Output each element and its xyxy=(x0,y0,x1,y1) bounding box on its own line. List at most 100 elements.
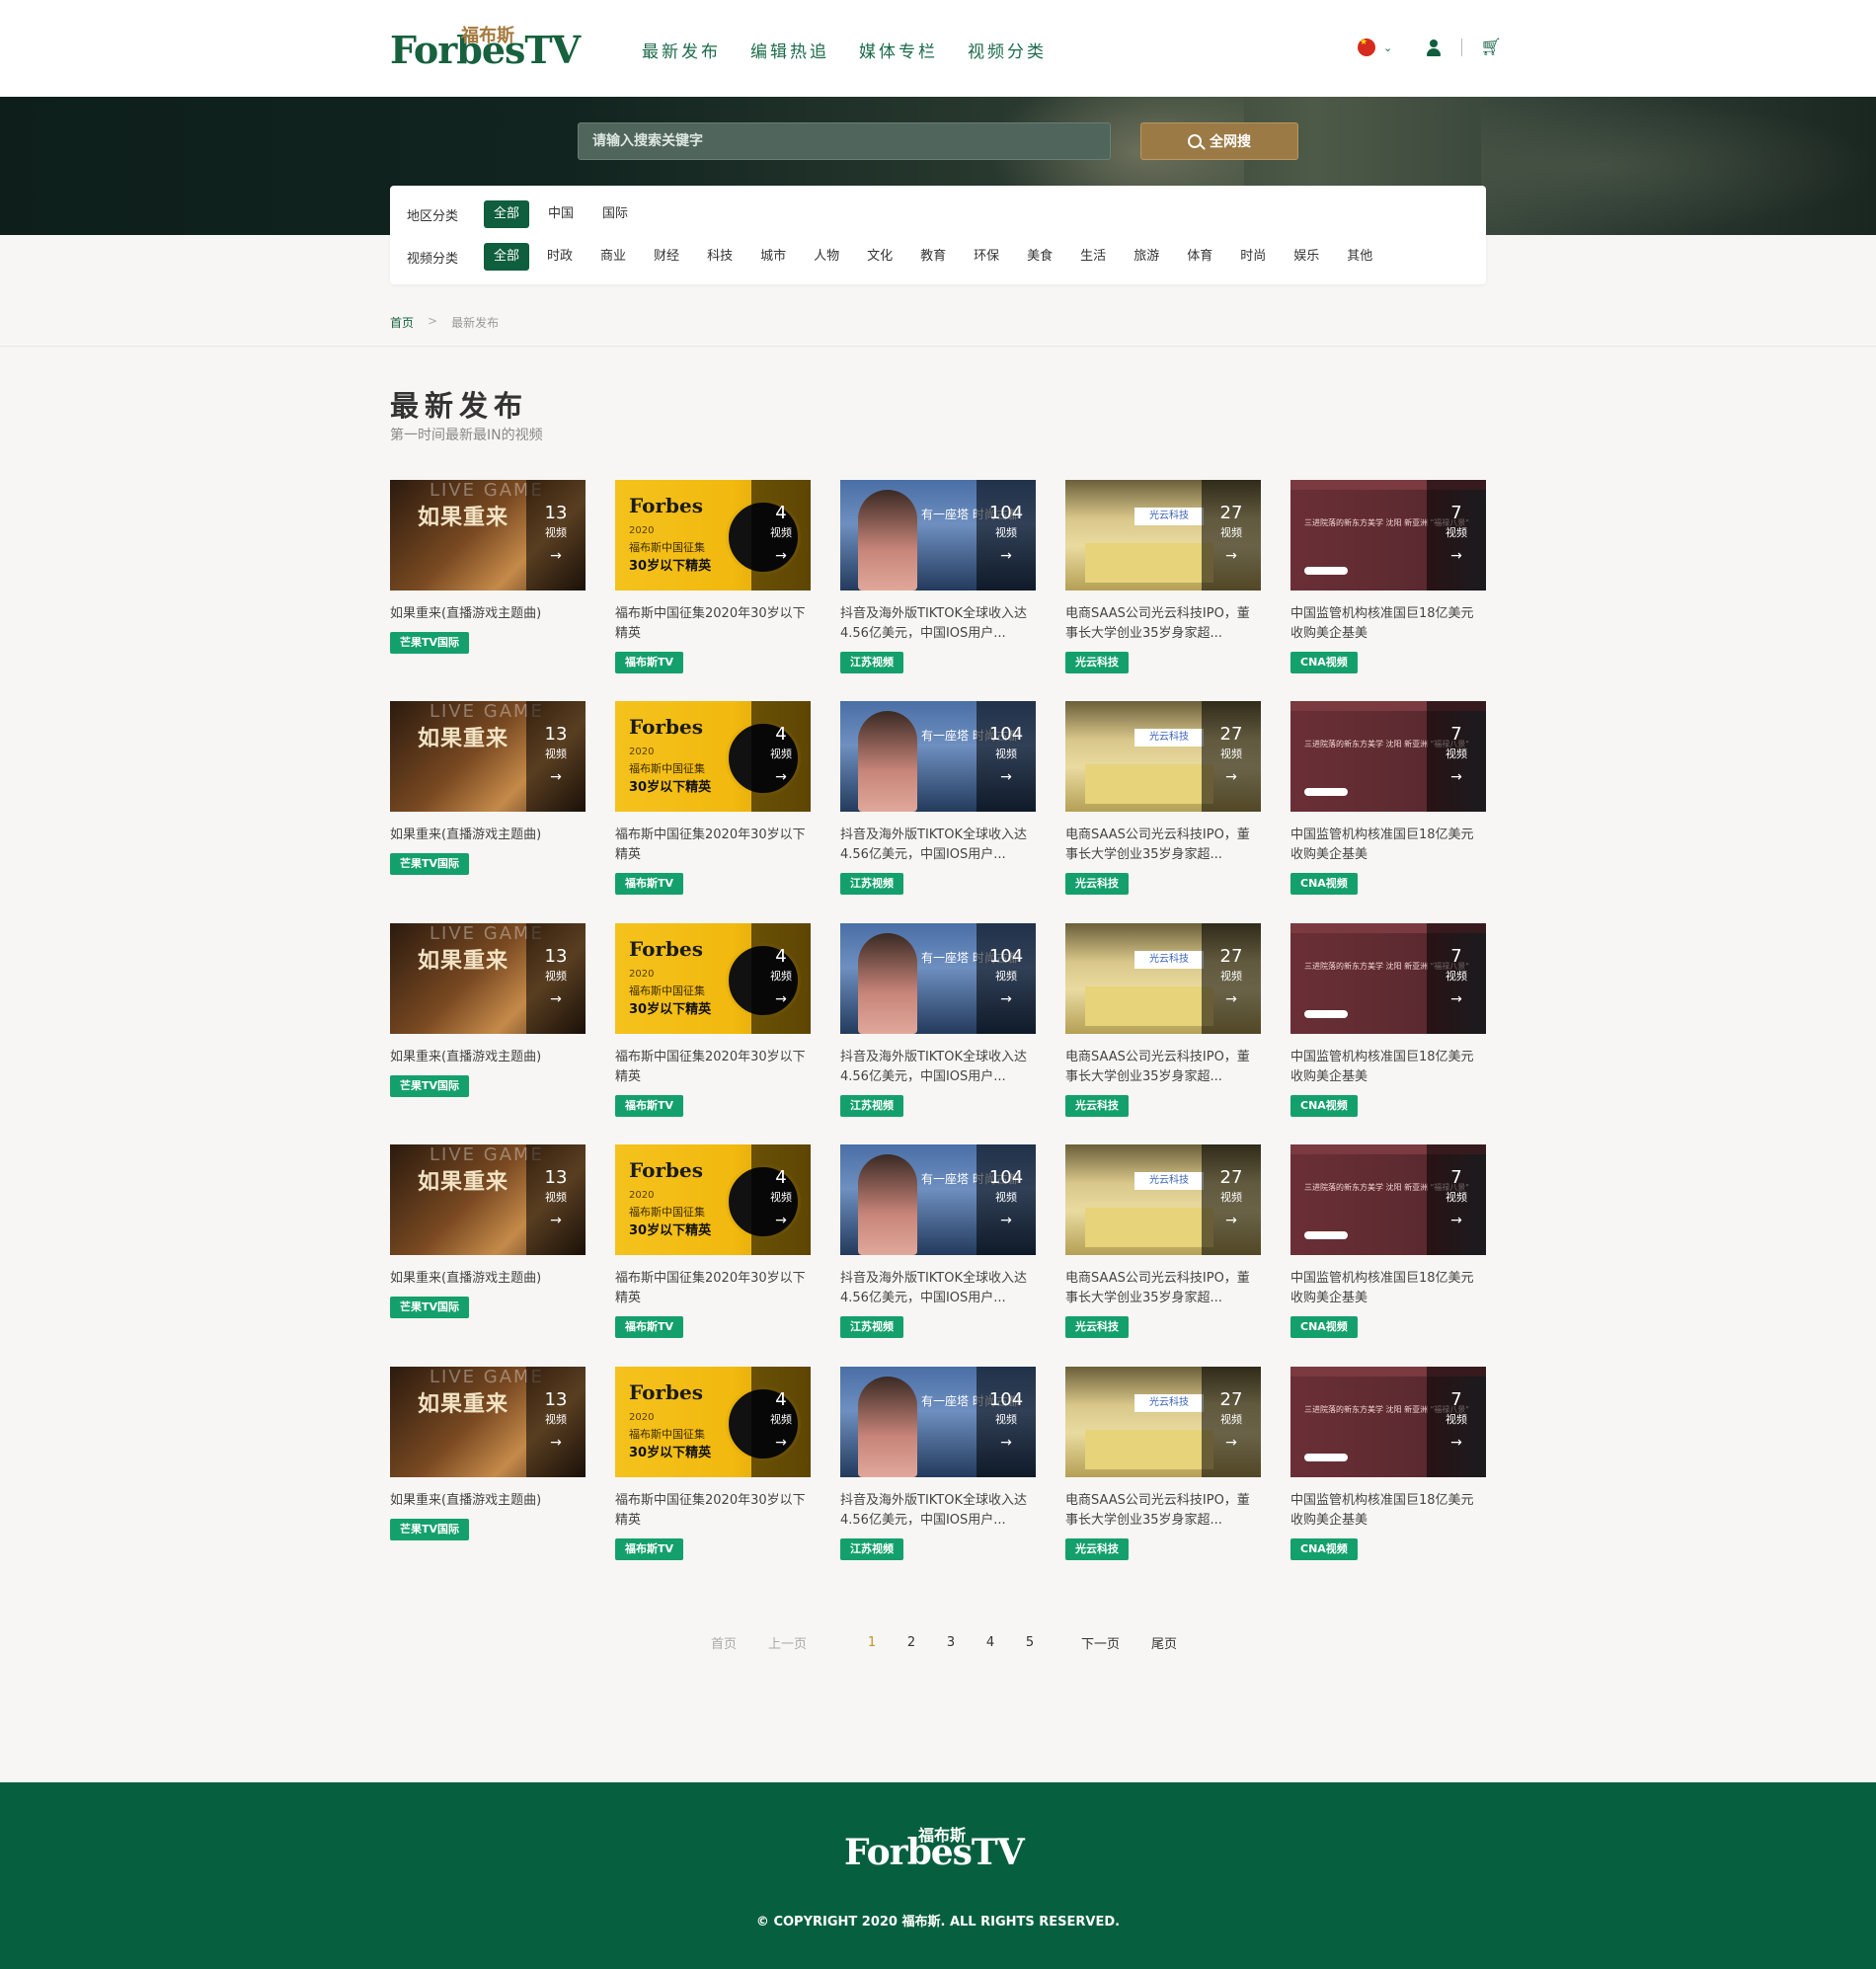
video-title[interactable]: 中国监管机构核准国巨18亿美元收购美企基美 xyxy=(1290,1269,1486,1308)
pagination-last[interactable]: 尾页 xyxy=(1151,1633,1177,1652)
video-thumbnail[interactable]: Forbes 2020 福布斯中国征集 30岁以下精英 4 视频 → xyxy=(615,701,811,812)
video-thumbnail[interactable]: Forbes 2020 福布斯中国征集 30岁以下精英 4 视频 → xyxy=(615,1367,811,1477)
video-card[interactable]: 光云科技 27 视频 → 电商SAAS公司光云科技IPO，董事长大学创业35岁身家超..… xyxy=(1065,480,1261,673)
pagination-first[interactable]: 首页 xyxy=(711,1633,737,1652)
pagination-next[interactable]: 下一页 xyxy=(1081,1633,1120,1652)
video-title[interactable]: 福布斯中国征集2020年30岁以下精英 xyxy=(615,1491,811,1531)
arrow-right-icon[interactable]: → xyxy=(1427,1213,1486,1228)
arrow-right-icon[interactable]: → xyxy=(1427,769,1486,785)
channel-tag[interactable]: CNA视频 xyxy=(1290,873,1358,895)
video-title[interactable]: 如果重来(直播游戏主题曲) xyxy=(390,826,586,845)
pagination-page[interactable]: 5 xyxy=(1010,1635,1050,1650)
arrow-right-icon[interactable]: → xyxy=(1202,991,1261,1007)
video-card[interactable]: 三进院落的新东方美学 沈阳 新亚洲 "福禄八景" 7 视频 → 中国监管机构核准国巨18… xyxy=(1290,701,1486,895)
nav-video-category[interactable]: 视频分类 xyxy=(968,38,1047,62)
video-card[interactable]: 光云科技 27 视频 → 电商SAAS公司光云科技IPO，董事长大学创业35岁身家超..… xyxy=(1065,1367,1261,1560)
arrow-right-icon[interactable]: → xyxy=(526,1213,586,1228)
category-option[interactable]: 环保 xyxy=(964,243,1009,271)
video-card[interactable]: 光云科技 27 视频 → 电商SAAS公司光云科技IPO，董事长大学创业35岁身家超..… xyxy=(1065,701,1261,895)
video-thumbnail[interactable]: 三进院落的新东方美学 沈阳 新亚洲 "福禄八景" 7 视频 → xyxy=(1290,1144,1486,1255)
category-option[interactable]: 时尚 xyxy=(1230,243,1276,271)
video-card[interactable]: 有一座塔 时尚古都 104 视频 → 抖音及海外版TIKTOK全球收入达4.56亿美元，… xyxy=(840,923,1036,1117)
video-card[interactable]: LIVE GAME 如果重来 13 视频 → 如果重来(直播游戏主题曲) 芒果TV国际 xyxy=(390,1144,586,1318)
video-thumbnail[interactable]: 三进院落的新东方美学 沈阳 新亚洲 "福禄八景" 7 视频 → xyxy=(1290,1367,1486,1477)
video-thumbnail[interactable]: LIVE GAME 如果重来 13 视频 → xyxy=(390,480,586,591)
video-thumbnail[interactable]: 有一座塔 时尚古都 104 视频 → xyxy=(840,701,1036,812)
arrow-right-icon[interactable]: → xyxy=(751,1213,811,1228)
video-card[interactable]: Forbes 2020 福布斯中国征集 30岁以下精英 4 视频 → 福布斯中国征集2020年… xyxy=(615,923,811,1117)
video-card[interactable]: 有一座塔 时尚古都 104 视频 → 抖音及海外版TIKTOK全球收入达4.56亿美元，… xyxy=(840,701,1036,895)
pagination-prev[interactable]: 上一页 xyxy=(768,1633,807,1652)
video-thumbnail[interactable]: 光云科技 27 视频 → xyxy=(1065,923,1261,1034)
category-option[interactable]: 教育 xyxy=(910,243,956,271)
video-thumbnail[interactable]: Forbes 2020 福布斯中国征集 30岁以下精英 4 视频 → xyxy=(615,480,811,591)
arrow-right-icon[interactable]: → xyxy=(977,548,1036,564)
video-card[interactable]: 有一座塔 时尚古都 104 视频 → 抖音及海外版TIKTOK全球收入达4.56亿美元，… xyxy=(840,480,1036,673)
channel-tag[interactable]: 江苏视频 xyxy=(840,1538,903,1560)
video-card[interactable]: LIVE GAME 如果重来 13 视频 → 如果重来(直播游戏主题曲) 芒果TV国际 xyxy=(390,923,586,1097)
channel-tag[interactable]: CNA视频 xyxy=(1290,652,1358,673)
video-title[interactable]: 抖音及海外版TIKTOK全球收入达4.56亿美元，中国IOS用户... xyxy=(840,826,1036,865)
video-thumbnail[interactable]: 光云科技 27 视频 → xyxy=(1065,1144,1261,1255)
video-card[interactable]: Forbes 2020 福布斯中国征集 30岁以下精英 4 视频 → 福布斯中国征集2020年… xyxy=(615,480,811,673)
channel-tag[interactable]: 福布斯TV xyxy=(615,1095,684,1117)
channel-tag[interactable]: 光云科技 xyxy=(1065,652,1129,673)
video-title[interactable]: 抖音及海外版TIKTOK全球收入达4.56亿美元，中国IOS用户... xyxy=(840,1491,1036,1531)
video-title[interactable]: 电商SAAS公司光云科技IPO，董事长大学创业35岁身家超... xyxy=(1065,1269,1261,1308)
video-card[interactable]: LIVE GAME 如果重来 13 视频 → 如果重来(直播游戏主题曲) 芒果TV国际 xyxy=(390,480,586,654)
video-title[interactable]: 中国监管机构核准国巨18亿美元收购美企基美 xyxy=(1290,826,1486,865)
category-option[interactable]: 娱乐 xyxy=(1284,243,1329,271)
arrow-right-icon[interactable]: → xyxy=(1202,1435,1261,1451)
channel-tag[interactable]: 福布斯TV xyxy=(615,652,684,673)
video-title[interactable]: 中国监管机构核准国巨18亿美元收购美企基美 xyxy=(1290,1048,1486,1087)
search-button[interactable]: 全网搜 xyxy=(1140,122,1298,160)
arrow-right-icon[interactable]: → xyxy=(977,1213,1036,1228)
category-option[interactable]: 旅游 xyxy=(1124,243,1169,271)
arrow-right-icon[interactable]: → xyxy=(1427,1435,1486,1451)
video-thumbnail[interactable]: 有一座塔 时尚古都 104 视频 → xyxy=(840,1367,1036,1477)
channel-tag[interactable]: 江苏视频 xyxy=(840,1316,903,1338)
pagination-page[interactable]: 1 xyxy=(852,1635,892,1650)
arrow-right-icon[interactable]: → xyxy=(977,769,1036,785)
category-option[interactable]: 文化 xyxy=(857,243,902,271)
channel-tag[interactable]: 芒果TV国际 xyxy=(390,632,470,654)
arrow-right-icon[interactable]: → xyxy=(1202,548,1261,564)
category-option[interactable]: 人物 xyxy=(804,243,849,271)
video-thumbnail[interactable]: 有一座塔 时尚古都 104 视频 → xyxy=(840,480,1036,591)
category-option[interactable]: 时政 xyxy=(537,243,583,271)
china-flag-icon[interactable] xyxy=(1358,38,1375,56)
video-thumbnail[interactable]: 三进院落的新东方美学 沈阳 新亚洲 "福禄八景" 7 视频 → xyxy=(1290,923,1486,1034)
nav-media-column[interactable]: 媒体专栏 xyxy=(859,38,938,62)
channel-tag[interactable]: 江苏视频 xyxy=(840,652,903,673)
video-card[interactable]: LIVE GAME 如果重来 13 视频 → 如果重来(直播游戏主题曲) 芒果TV国际 xyxy=(390,701,586,875)
video-thumbnail[interactable]: 三进院落的新东方美学 沈阳 新亚洲 "福禄八景" 7 视频 → xyxy=(1290,701,1486,812)
video-thumbnail[interactable]: 光云科技 27 视频 → xyxy=(1065,480,1261,591)
arrow-right-icon[interactable]: → xyxy=(977,991,1036,1007)
channel-tag[interactable]: 光云科技 xyxy=(1065,1095,1129,1117)
chevron-down-icon[interactable]: ⌄ xyxy=(1383,41,1392,54)
video-title[interactable]: 抖音及海外版TIKTOK全球收入达4.56亿美元，中国IOS用户... xyxy=(840,604,1036,644)
arrow-right-icon[interactable]: → xyxy=(751,991,811,1007)
video-card[interactable]: Forbes 2020 福布斯中国征集 30岁以下精英 4 视频 → 福布斯中国征集2020年… xyxy=(615,1144,811,1338)
video-title[interactable]: 如果重来(直播游戏主题曲) xyxy=(390,1491,586,1511)
video-card[interactable]: Forbes 2020 福布斯中国征集 30岁以下精英 4 视频 → 福布斯中国征集2020年… xyxy=(615,701,811,895)
video-title[interactable]: 福布斯中国征集2020年30岁以下精英 xyxy=(615,604,811,644)
category-option[interactable]: 商业 xyxy=(590,243,636,271)
video-card[interactable]: LIVE GAME 如果重来 13 视频 → 如果重来(直播游戏主题曲) 芒果TV国际 xyxy=(390,1367,586,1540)
video-thumbnail[interactable]: 有一座塔 时尚古都 104 视频 → xyxy=(840,923,1036,1034)
video-card[interactable]: 有一座塔 时尚古都 104 视频 → 抖音及海外版TIKTOK全球收入达4.56亿美元，… xyxy=(840,1144,1036,1338)
video-title[interactable]: 电商SAAS公司光云科技IPO，董事长大学创业35岁身家超... xyxy=(1065,826,1261,865)
video-title[interactable]: 抖音及海外版TIKTOK全球收入达4.56亿美元，中国IOS用户... xyxy=(840,1048,1036,1087)
video-thumbnail[interactable]: LIVE GAME 如果重来 13 视频 → xyxy=(390,701,586,812)
video-title[interactable]: 福布斯中国征集2020年30岁以下精英 xyxy=(615,1048,811,1087)
footer-logo[interactable]: ForbesTV 福布斯 xyxy=(844,1826,1025,1873)
video-thumbnail[interactable]: Forbes 2020 福布斯中国征集 30岁以下精英 4 视频 → xyxy=(615,1144,811,1255)
channel-tag[interactable]: 福布斯TV xyxy=(615,1538,684,1560)
arrow-right-icon[interactable]: → xyxy=(1427,991,1486,1007)
arrow-right-icon[interactable]: → xyxy=(751,548,811,564)
region-option-international[interactable]: 国际 xyxy=(592,200,638,228)
channel-tag[interactable]: 芒果TV国际 xyxy=(390,1297,470,1318)
arrow-right-icon[interactable]: → xyxy=(1202,1213,1261,1228)
category-option[interactable]: 体育 xyxy=(1177,243,1222,271)
video-thumbnail[interactable]: LIVE GAME 如果重来 13 视频 → xyxy=(390,1367,586,1477)
